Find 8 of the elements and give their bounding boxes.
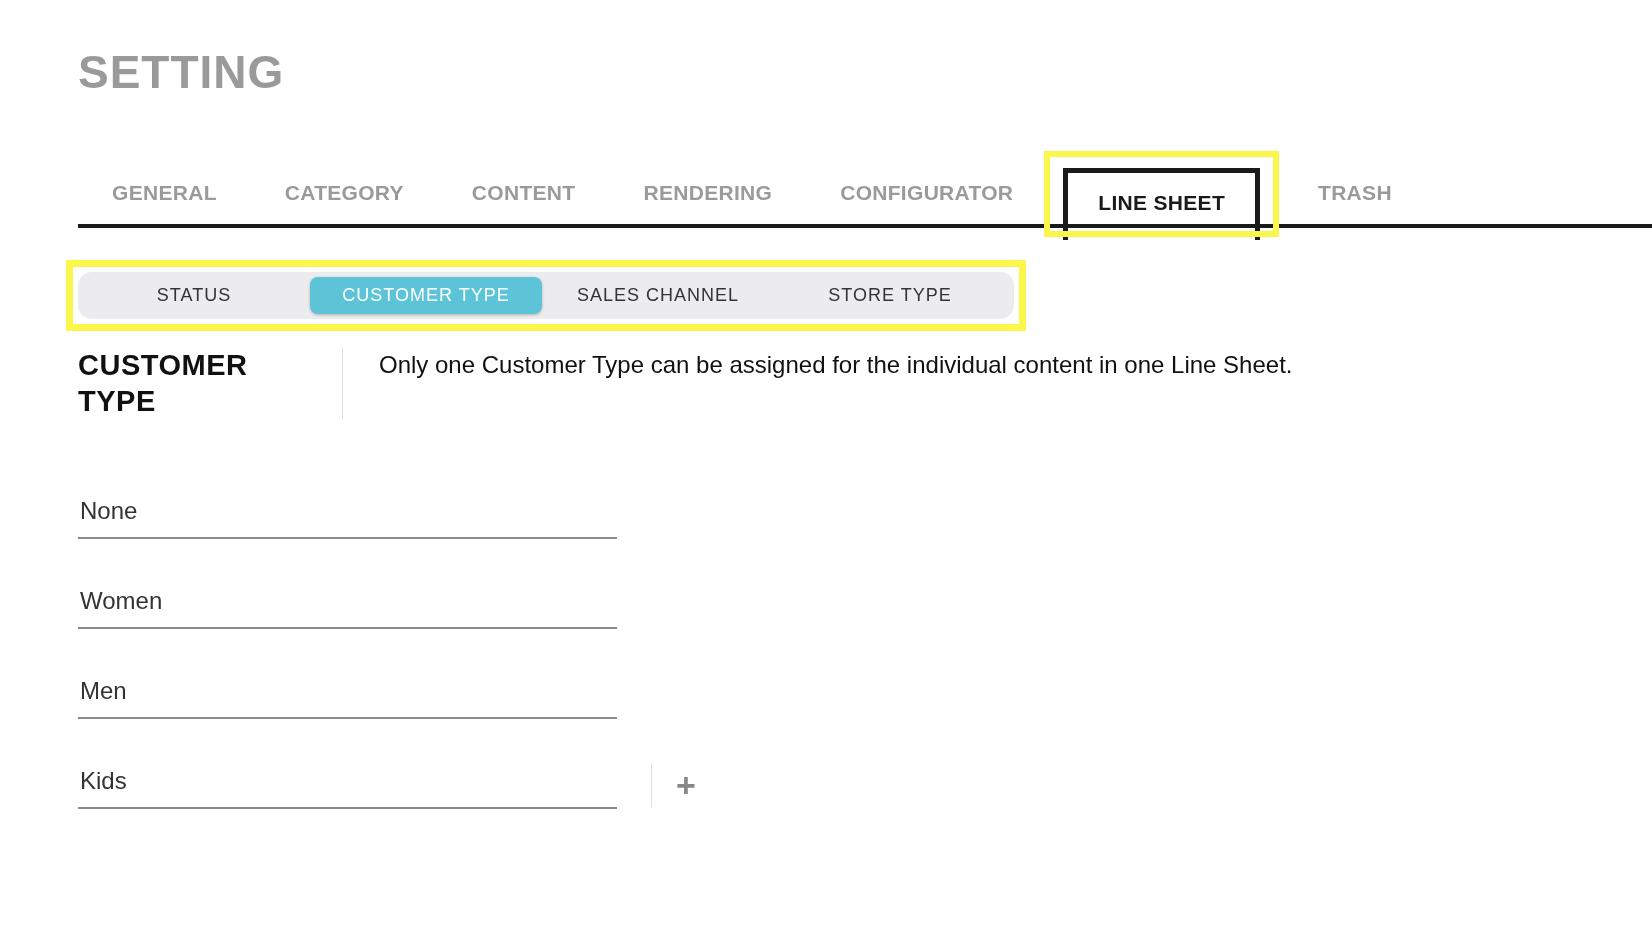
segment-tab[interactable]: STORE TYPE [774, 277, 1006, 314]
page-title: SETTING [78, 45, 286, 100]
section-heading: CUSTOMER TYPE [78, 348, 249, 419]
section-description: Only one Customer Type can be assigned for the individual content in one Line Sheet. [379, 351, 1293, 379]
add-button[interactable]: + [670, 765, 702, 805]
segment-tab[interactable]: SALES CHANNEL [542, 277, 774, 314]
tab[interactable]: LINE SHEET [1063, 168, 1260, 240]
segment-tab[interactable]: STATUS [78, 277, 310, 314]
